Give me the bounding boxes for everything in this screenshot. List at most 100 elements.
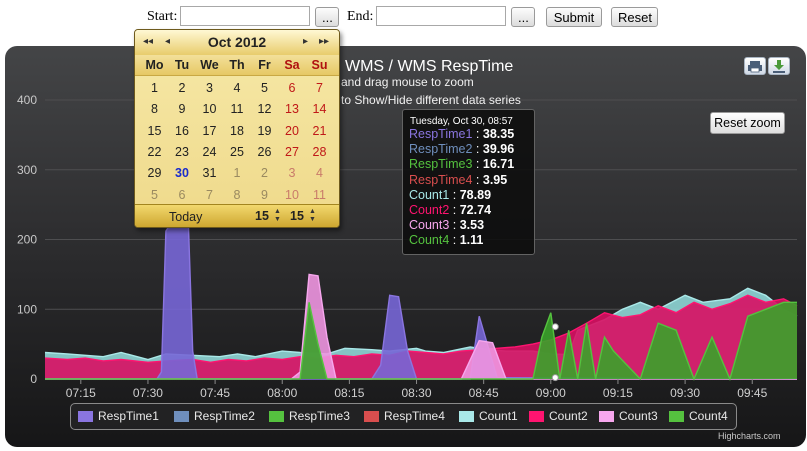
tooltip-series-value: 3.95 — [482, 172, 508, 187]
download-icon — [773, 60, 785, 73]
calendar-day[interactable]: 20 — [279, 124, 306, 138]
calendar-day[interactable]: 17 — [196, 124, 223, 138]
x-tick-label: 08:30 — [402, 386, 432, 400]
calendar-day[interactable]: 26 — [251, 145, 278, 159]
calendar-month-year[interactable]: Oct 2012 — [135, 34, 339, 50]
calendar-day[interactable]: 9 — [169, 102, 196, 116]
calendar-day[interactable]: 1 — [141, 81, 168, 95]
calendar-day[interactable]: 10 — [196, 102, 223, 116]
weekday-header: Su — [311, 58, 328, 72]
next-year-icon[interactable]: ▸▸ — [319, 36, 329, 47]
calendar-day[interactable]: 3 — [196, 81, 223, 95]
tooltip-series-name: RespTime4 — [409, 172, 473, 187]
chart-credits[interactable]: Highcharts.com — [718, 431, 781, 441]
tooltip-series-name: RespTime2 — [409, 142, 473, 157]
calendar-day[interactable]: 3 — [279, 166, 306, 180]
end-date-picker-button[interactable]: ... — [511, 7, 535, 27]
minute-spinner-icon[interactable]: ▲ ▼ — [309, 208, 316, 224]
x-tick-label: 07:15 — [66, 386, 96, 400]
calendar-day[interactable]: 11 — [306, 188, 333, 202]
calendar-day[interactable]: 16 — [169, 124, 196, 138]
print-chart-button[interactable] — [744, 57, 766, 75]
reset-button[interactable]: Reset — [611, 7, 658, 27]
calendar-day[interactable]: 18 — [224, 124, 251, 138]
calendar-day[interactable]: 23 — [169, 145, 196, 159]
tooltip-row: RespTime4 : 3.95 — [409, 173, 507, 187]
tooltip-separator: : — [449, 187, 460, 202]
chart-subtitle-legend: to Show/Hide different data series — [341, 93, 521, 107]
start-date-input[interactable] — [180, 6, 310, 26]
legend-label: RespTime3 — [289, 409, 350, 423]
tooltip-series-name: Count1 — [409, 187, 450, 202]
legend-swatch — [174, 411, 189, 422]
calendar-day[interactable]: 10 — [279, 188, 306, 202]
hour-value[interactable]: 15 — [255, 209, 269, 223]
calendar-day[interactable]: 22 — [141, 145, 168, 159]
hour-spinner-icon[interactable]: ▲ ▼ — [274, 208, 281, 224]
tooltip-series-value: 1.11 — [459, 233, 484, 248]
x-tick-label: 09:00 — [536, 386, 566, 400]
end-date-input[interactable] — [376, 6, 506, 26]
calendar-day[interactable]: 6 — [279, 81, 306, 95]
legend-label: RespTime4 — [384, 409, 445, 423]
weekday-header: Tu — [174, 58, 190, 72]
next-month-icon[interactable]: ▸ — [303, 36, 308, 47]
calendar-day[interactable]: 5 — [251, 81, 278, 95]
calendar-day[interactable]: 12 — [251, 102, 278, 116]
weekday-header: Th — [229, 58, 245, 72]
today-button[interactable]: Today — [169, 210, 202, 224]
hover-marker — [551, 323, 559, 331]
calendar-day[interactable]: 7 — [196, 188, 223, 202]
tooltip-separator: : — [449, 218, 460, 233]
x-tick-label: 07:45 — [200, 386, 230, 400]
calendar-day[interactable]: 30 — [169, 166, 196, 180]
calendar-day[interactable]: 2 — [251, 166, 278, 180]
calendar-day[interactable]: 13 — [279, 102, 306, 116]
tooltip-separator: : — [472, 157, 483, 172]
export-chart-button[interactable] — [768, 57, 790, 75]
calendar-day[interactable]: 14 — [306, 102, 333, 116]
legend-swatch — [459, 411, 474, 422]
calendar-day[interactable]: 31 — [196, 166, 223, 180]
chart-subtitle-zoom: and drag mouse to zoom — [341, 75, 474, 89]
chart-tooltip: Tuesday, Oct 30, 08:57 RespTime1 : 38.35… — [402, 109, 535, 255]
weekday-header: Mo — [145, 58, 164, 72]
calendar-day[interactable]: 5 — [141, 188, 168, 202]
calendar-day[interactable]: 28 — [306, 145, 333, 159]
tooltip-series-value: 3.53 — [459, 218, 485, 233]
reset-zoom-button[interactable]: Reset zoom — [710, 112, 785, 134]
calendar-day[interactable]: 29 — [141, 166, 168, 180]
calendar-day[interactable]: 7 — [306, 81, 333, 95]
calendar-day[interactable]: 19 — [251, 124, 278, 138]
calendar-day[interactable]: 8 — [141, 102, 168, 116]
calendar-day[interactable]: 4 — [224, 81, 251, 95]
start-date-picker-button[interactable]: ... — [315, 7, 339, 27]
calendar-day[interactable]: 9 — [251, 188, 278, 202]
x-tick-label: 09:15 — [603, 386, 633, 400]
legend-label: RespTime2 — [194, 409, 255, 423]
calendar-day[interactable]: 8 — [224, 188, 251, 202]
calendar-day[interactable]: 11 — [224, 102, 251, 116]
minute-value[interactable]: 15 — [290, 209, 304, 223]
submit-button[interactable]: Submit — [546, 7, 602, 27]
calendar-day[interactable]: 27 — [279, 145, 306, 159]
tooltip-series-value: 38.35 — [482, 127, 515, 141]
x-tick-label: 08:15 — [334, 386, 364, 400]
calendar-day[interactable]: 24 — [196, 145, 223, 159]
calendar-day[interactable]: 4 — [306, 166, 333, 180]
calendar-footer: Today 15 ▲ ▼ 15 ▲ ▼ — [135, 204, 339, 227]
calendar-day[interactable]: 6 — [169, 188, 196, 202]
legend-swatch — [599, 411, 614, 422]
calendar-day[interactable]: 2 — [169, 81, 196, 95]
legend-swatch — [669, 411, 684, 422]
calendar-day[interactable]: 15 — [141, 124, 168, 138]
y-tick-label: 200 — [17, 233, 37, 247]
x-tick-label: 08:45 — [469, 386, 499, 400]
tooltip-row: RespTime2 : 39.96 — [409, 142, 514, 156]
calendar-day[interactable]: 25 — [224, 145, 251, 159]
legend-swatch — [364, 411, 379, 422]
calendar-day[interactable]: 1 — [224, 166, 251, 180]
printer-icon — [748, 61, 762, 73]
legend-label: Count3 — [619, 409, 658, 423]
calendar-day[interactable]: 21 — [306, 124, 333, 138]
